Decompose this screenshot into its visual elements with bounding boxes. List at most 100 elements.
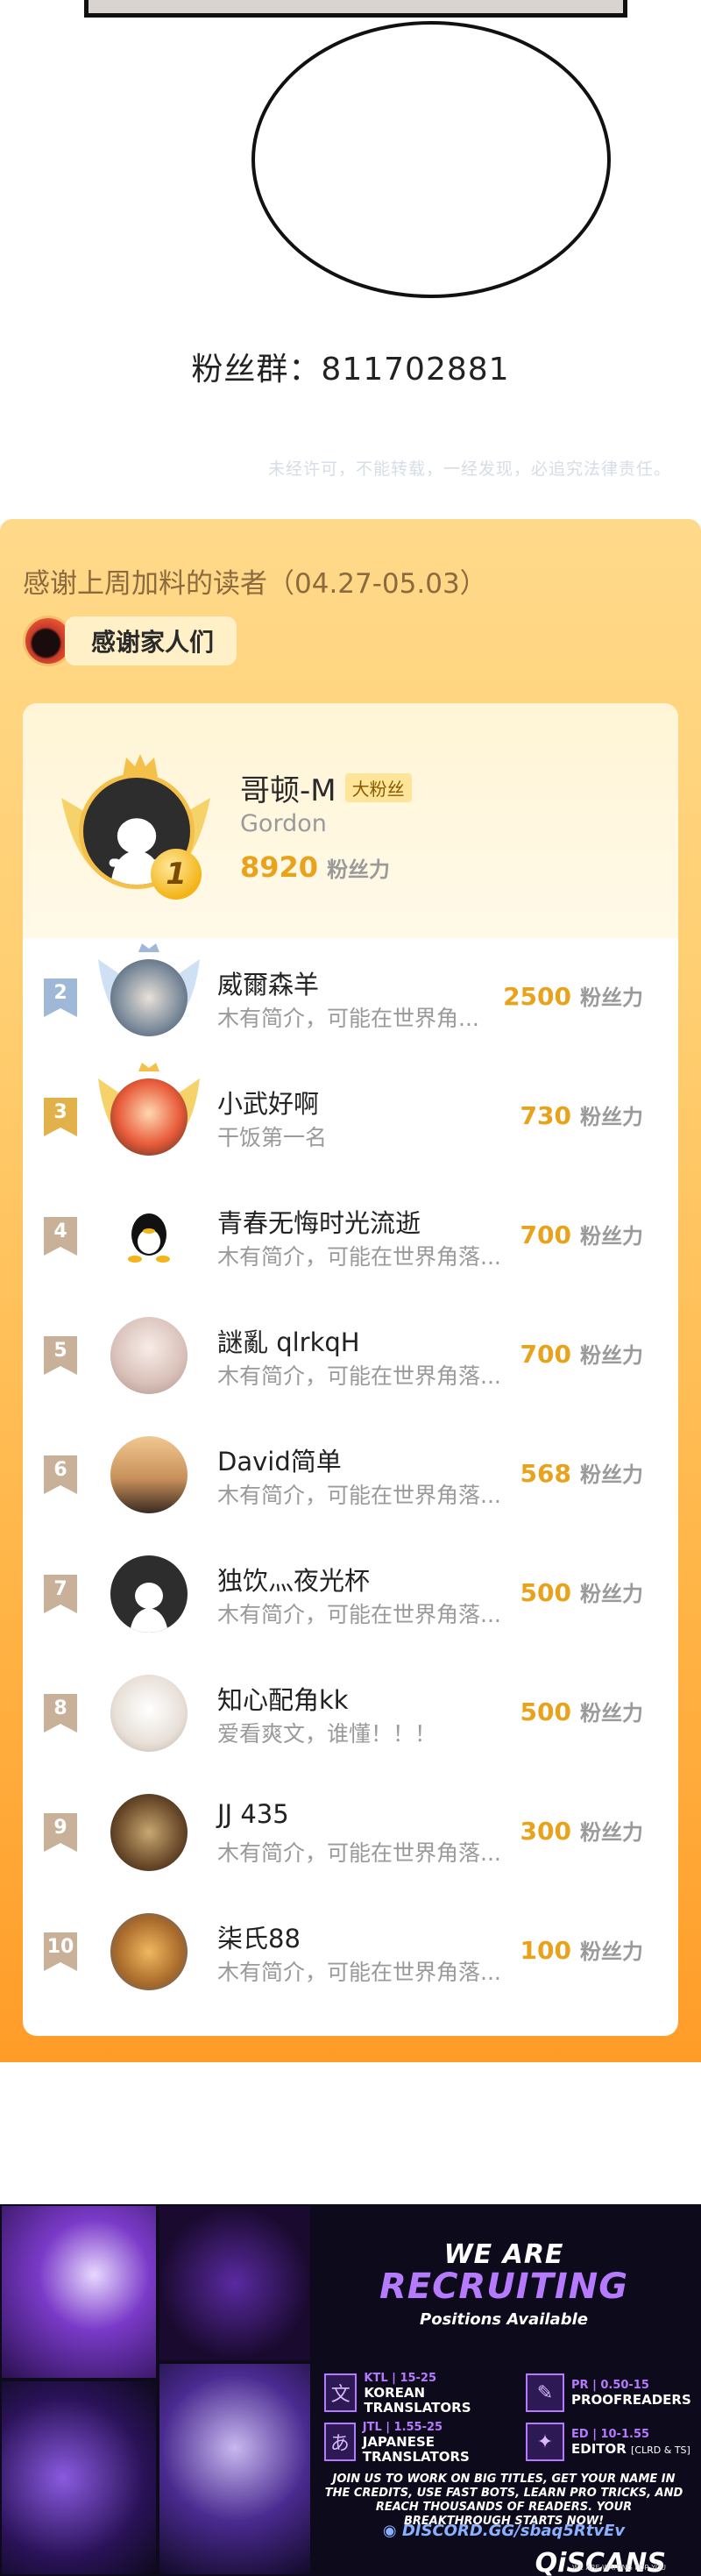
art-panel [0,2204,158,2380]
art-panel [158,2362,312,2576]
points-unit: 粉丝力 [580,1343,643,1368]
roles-grid: 文 KTL | 15-25 KOREAN TRANSLATORS ✎ PR | 0… [324,2371,691,2467]
comic-panel: 粉丝群：811702881 [0,0,701,438]
top-supporter-name-text: 哥顿-M [240,773,336,808]
supporter-bio: 木有简介，可能在世界角落... [217,1602,501,1627]
thanks-badge[interactable]: 感谢家人们 [23,616,237,666]
top-supporter-points: 8920 粉丝力 [240,850,390,884]
discord-link[interactable]: ◉ DISCORD.GG/sbaq5RtvEv [324,2522,683,2540]
points-value: 568 [520,1459,571,1488]
supporter-points: 730 粉丝力 [520,1099,643,1130]
rank-medal: 1 [151,849,202,900]
supporter-points: 700 粉丝力 [520,1338,643,1369]
supporter-name: David简单 [217,1447,342,1477]
supporter-name: 青春无悔时光流逝 [217,1208,421,1238]
top-avatar-frame: 1 [53,745,219,912]
translate-icon: あ [324,2423,356,2461]
role-name-text: EDITOR [571,2440,627,2457]
art-panel [158,2204,312,2362]
list-item[interactable]: 8 知心配角kk 爱看爽文，谁懂！！！ 500 粉丝力 [23,1654,678,1773]
rank-number: 9 [53,1817,67,1839]
role-name: JAPANESE TRANSLATORS [362,2433,470,2465]
thanks-label: 感谢家人们 [65,616,237,665]
rank-number: 7 [53,1578,67,1600]
role-proofreaders: ✎ PR | 0.50-15 PROOFREADERS [526,2371,701,2415]
supporters-title: 感谢上周加料的读者（04.27-05.03） [23,568,487,600]
role-code: JTL | 1.55-25 [362,2420,443,2434]
points-unit: 粉丝力 [580,1105,643,1129]
rank-number: 5 [53,1340,67,1362]
list-item[interactable]: 5 謎亂 qlrkqH 木有简介，可能在世界角落... 700 粉丝力 [23,1296,678,1415]
translate-icon: 文 [324,2373,358,2412]
banner-artwork [0,2204,312,2576]
avatar [110,1675,188,1752]
list-item[interactable]: 10 柒氏88 木有简介，可能在世界角落... 100 粉丝力 [23,1892,678,2011]
points-value: 8920 [240,850,319,884]
points-unit: 粉丝力 [327,857,391,882]
list-item[interactable]: 7 独饮灬夜光杯 木有简介，可能在世界角落... 500 粉丝力 [23,1534,678,1654]
recruiting-text: RECRUITING [379,2266,629,2307]
supporter-bio: 木有简介，可能在世界角落... [217,1483,501,1508]
rank-number: 3 [53,1101,67,1123]
points-unit: 粉丝力 [580,1820,643,1845]
positions-text: Positions Available [420,2310,588,2329]
supporter-name: JJ 435 [217,1799,289,1829]
banner-heading: WE ARE RECRUITING Positions Available [324,2239,683,2329]
avatar [110,1794,188,1871]
supporter-bio: 干饭第一名 [217,1125,328,1150]
supporter-points: 500 粉丝力 [520,1696,643,1726]
discord-url[interactable]: DISCORD.GG/sbaq5RtvEv [402,2522,625,2540]
avatar [110,959,188,1036]
rank-number: 2 [53,982,67,1004]
points-value: 100 [520,1936,571,1965]
role-korean-translators: 文 KTL | 15-25 KOREAN TRANSLATORS [324,2371,508,2415]
avatar [110,1198,188,1275]
supporter-points: 300 粉丝力 [520,1815,643,1846]
role-code: ED | 10-1.55 [571,2427,650,2441]
points-unit: 粉丝力 [580,986,643,1010]
copyright-notice: 未经许可，不能转载，一经发现，必追究法律责任。 [267,459,671,479]
supporter-name: 知心配角kk [217,1685,349,1715]
avatar [110,1436,188,1513]
points-value: 700 [520,1340,571,1369]
avatar [110,1317,188,1394]
comic-frame [84,0,627,18]
rank-number: 8 [53,1697,67,1719]
top-supporter[interactable]: 1 哥顿-M 大粉丝 Gordon 8920 粉丝力 [23,703,678,938]
points-unit: 粉丝力 [580,1462,643,1487]
points-value: 730 [520,1101,571,1130]
qiscans-logo: QiSCANS [535,2548,666,2576]
join-text: JOIN US TO WORK ON BIG TITLES, GET YOUR … [324,2473,683,2528]
list-item[interactable]: 9 JJ 435 木有简介，可能在世界角落... 300 粉丝力 [23,1773,678,1892]
logo-tagline: WE ARE WAITING FOR YOU [571,2564,666,2572]
points-unit: 粉丝力 [580,1701,643,1726]
avatar [110,1913,188,1990]
list-item[interactable]: 3 小武好啊 干饭第一名 730 粉丝力 [23,1057,678,1177]
speech-bubble [251,21,611,298]
points-value: 2500 [503,982,571,1011]
we-are-text: WE ARE [443,2239,564,2270]
role-name: KOREAN TRANSLATORS [364,2384,471,2416]
list-item[interactable]: 2 威爾森羊 木有简介，可能在世界角... 2500 粉丝力 [23,938,678,1057]
rank-number: 10 [46,1936,74,1958]
art-panel [0,2380,158,2576]
supporter-points: 568 粉丝力 [520,1457,643,1488]
list-item[interactable]: 4 青春无悔时光流逝 木有简介，可能在世界角落... 700 粉丝力 [23,1177,678,1296]
supporter-points: 500 粉丝力 [520,1576,643,1607]
role-name: EDITOR [CLRD & TS] [571,2440,690,2458]
role-editor: ✦ ED | 10-1.55 EDITOR [CLRD & TS] [526,2420,701,2464]
points-value: 500 [520,1578,571,1607]
role-code: KTL | 15-25 [364,2371,437,2385]
points-unit: 粉丝力 [580,1582,643,1606]
points-value: 500 [520,1697,571,1726]
role-name: PROOFREADERS [571,2392,691,2408]
recruiting-banner[interactable]: WE ARE RECRUITING Positions Available 文 … [0,2204,701,2576]
list-item[interactable]: 6 David简单 木有简介，可能在世界角落... 568 粉丝力 [23,1415,678,1534]
supporter-name: 威爾森羊 [217,970,320,1000]
supporter-bio: 爱看爽文，谁懂！！！ [217,1721,437,1747]
top-supporter-subtitle: Gordon [240,810,327,837]
supporter-bio: 木有简介，可能在世界角落... [217,1840,501,1866]
points-value: 700 [520,1220,571,1249]
supporter-bio: 木有简介，可能在世界角落... [217,1244,501,1270]
points-value: 300 [520,1817,571,1846]
